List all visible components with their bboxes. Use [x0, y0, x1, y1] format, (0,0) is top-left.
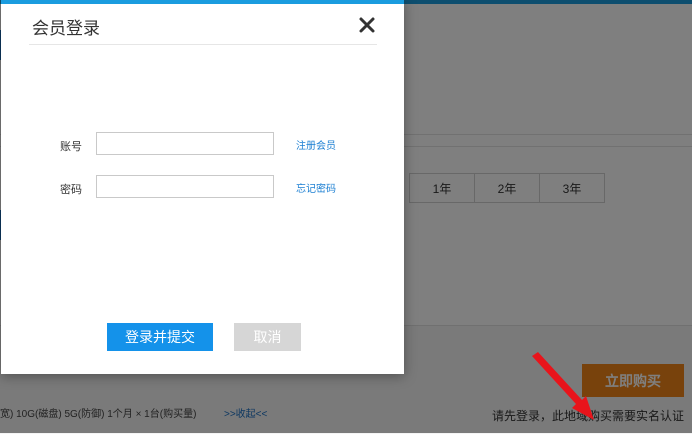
- modal-title: 会员登录: [32, 19, 100, 38]
- password-input[interactable]: [96, 175, 274, 198]
- forgot-password-link[interactable]: 忘记密码: [296, 180, 336, 195]
- red-arrow-annotation: [532, 352, 594, 420]
- close-icon-glyph: [359, 17, 375, 33]
- register-link[interactable]: 注册会员: [296, 137, 336, 152]
- login-modal: 会员登录 账号 注册会员 密码 忘记密码 登录并提交 取消: [1, 0, 404, 374]
- account-input[interactable]: [96, 132, 274, 155]
- modal-divider: [29, 44, 377, 45]
- close-icon[interactable]: [356, 14, 378, 36]
- login-submit-button[interactable]: 登录并提交: [107, 323, 213, 351]
- account-label: 账号: [60, 141, 82, 153]
- modal-top-line: [1, 0, 404, 4]
- password-label: 密码: [60, 184, 82, 196]
- cancel-button[interactable]: 取消: [234, 323, 301, 351]
